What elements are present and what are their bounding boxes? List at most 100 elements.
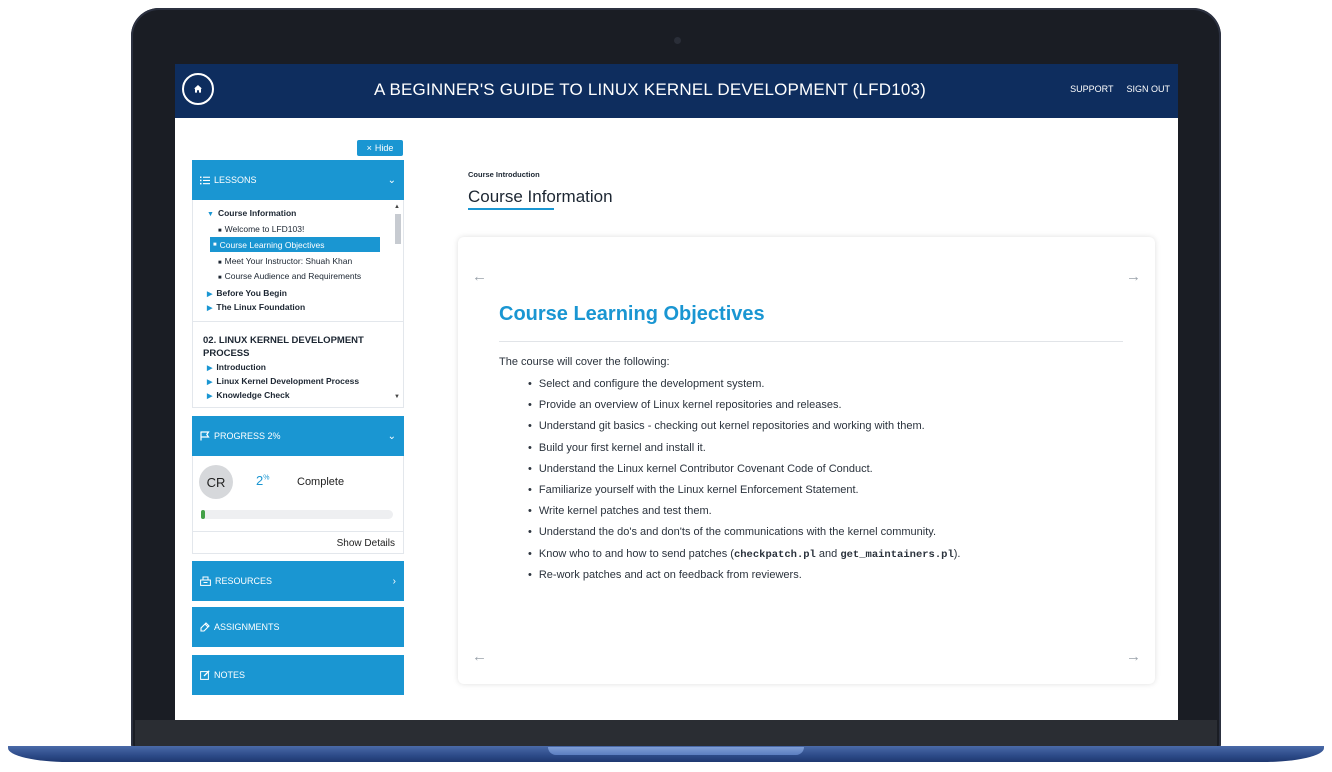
lesson-section-introduction[interactable]: ▶ Introduction <box>207 362 266 372</box>
avatar: CR <box>199 465 233 499</box>
scroll-down-icon[interactable]: ▼ <box>394 394 400 400</box>
sign-out-link[interactable]: SIGN OUT <box>1126 84 1170 94</box>
progress-panel-header[interactable]: PROGRESS 2% ⌄ <box>192 416 404 456</box>
assignments-icon <box>200 622 210 632</box>
code-get-maintainers: get_maintainers.pl <box>840 548 954 561</box>
scroll-thumb[interactable] <box>395 214 401 244</box>
lesson-section-label: Course Information <box>217 208 297 218</box>
progress-header-label: PROGRESS 2% <box>214 431 281 441</box>
progress-percent: 2% <box>256 473 269 488</box>
objective-item: Provide an overview of Linux kernel repo… <box>528 395 960 416</box>
hide-sidebar-button[interactable]: × Hide <box>357 140 403 156</box>
lesson-section-before-you-begin[interactable]: ▶ Before You Begin <box>207 288 287 298</box>
objectives-intro: The course will cover the following: <box>499 356 670 368</box>
triangle-right-icon: ▶ <box>207 291 213 298</box>
lesson-section-knowledge-check[interactable]: ▶ Knowledge Check <box>207 390 290 400</box>
lessons-panel: ▼ Course Information ■ Welcome to LFD103! … <box>192 200 404 408</box>
notes-label: NOTES <box>214 670 246 680</box>
lesson-item-label: Course Audience and Requirements <box>224 271 362 281</box>
list-icon <box>200 176 210 184</box>
triangle-down-icon: ▼ <box>207 211 214 218</box>
bullet-icon: ■ <box>218 228 222 234</box>
title-underline <box>468 208 554 210</box>
assignments-panel-header[interactable]: ASSIGNMENTS <box>192 607 404 647</box>
lesson-section-label: Linux Kernel Development Process <box>216 376 360 386</box>
lessons-scrollbar[interactable]: ▲ ▼ <box>394 204 401 400</box>
triangle-right-icon: ▶ <box>207 365 213 372</box>
complete-label: Complete <box>297 476 345 488</box>
objective-item: Understand the Linux kernel Contributor … <box>528 459 960 480</box>
objective-item: Write kernel patches and test them. <box>528 501 960 522</box>
page-title: Course Information <box>468 187 613 206</box>
bullet-icon: ■ <box>218 260 222 266</box>
lesson-item-label: Course Learning Objectives <box>219 239 325 250</box>
divider <box>193 321 403 322</box>
progress-bar-fill <box>201 510 205 519</box>
bullet-icon: ■ <box>213 241 217 248</box>
webcam <box>674 37 681 44</box>
show-details-link[interactable]: Show Details <box>337 538 395 549</box>
assignments-label: ASSIGNMENTS <box>214 622 280 632</box>
top-bar: A BEGINNER'S GUIDE TO LINUX KERNEL DEVEL… <box>175 64 1178 118</box>
arrow-right-icon[interactable]: → <box>1126 648 1141 665</box>
chevron-down-icon: ⌄ <box>387 430 396 442</box>
lesson-item[interactable]: ■ Welcome to LFD103! <box>218 224 304 234</box>
objective-item: Know who to and how to send patches (che… <box>528 544 961 565</box>
arrow-left-icon[interactable]: ← <box>472 268 487 285</box>
lesson-section-label: Introduction <box>216 362 266 372</box>
course-title: A BEGINNER'S GUIDE TO LINUX KERNEL DEVEL… <box>373 80 927 99</box>
chevron-down-icon: ⌄ <box>387 174 396 186</box>
laptop-base-notch <box>548 747 804 755</box>
bullet-icon: ■ <box>218 275 222 281</box>
objective-item: Build your first kernel and install it. <box>528 438 960 459</box>
support-link[interactable]: SUPPORT <box>1070 84 1113 94</box>
resources-panel-header[interactable]: RESOURCES › <box>192 561 404 601</box>
module-title: 02. LINUX KERNEL DEVELOPMENT PROCESS <box>203 335 364 359</box>
notes-panel-header[interactable]: NOTES <box>192 655 404 695</box>
lesson-section-label: Before You Begin <box>216 288 287 298</box>
objectives-title: Course Learning Objectives <box>499 303 765 325</box>
lesson-item-label: Meet Your Instructor: Shuah Khan <box>224 256 353 266</box>
lesson-section-linux-foundation[interactable]: ▶ The Linux Foundation <box>207 302 305 312</box>
content-card: ← → Course Learning Objectives The cours… <box>458 237 1155 684</box>
laptop-chin <box>135 720 1217 748</box>
lesson-item-active[interactable]: ■ Course Learning Objectives <box>210 237 380 252</box>
lesson-section-development-process[interactable]: ▶ Linux Kernel Development Process <box>207 376 359 386</box>
objective-item: Re-work patches and act on feedback from… <box>528 565 960 586</box>
arrow-right-icon[interactable]: → <box>1126 268 1141 285</box>
flag-icon <box>200 431 210 441</box>
objective-text: and <box>815 547 841 560</box>
triangle-right-icon: ▶ <box>207 379 213 386</box>
objective-text: ). <box>953 547 961 560</box>
divider <box>499 341 1123 342</box>
objective-item: Familiarize yourself with the Linux kern… <box>528 480 960 501</box>
lesson-item[interactable]: ■ Meet Your Instructor: Shuah Khan <box>218 256 352 266</box>
notes-icon <box>200 670 210 680</box>
lesson-section-label: The Linux Foundation <box>216 302 306 312</box>
arrow-left-icon[interactable]: ← <box>472 648 487 665</box>
breadcrumb: Course Introduction <box>468 170 540 179</box>
lesson-item[interactable]: ■ Course Audience and Requirements <box>218 271 361 281</box>
objective-item: Select and configure the development sys… <box>528 374 960 395</box>
divider <box>193 531 403 532</box>
lessons-panel-header[interactable]: LESSONS ⌄ <box>192 160 404 200</box>
lesson-item-label: Welcome to LFD103! <box>224 224 305 234</box>
lesson-section-label: Knowledge Check <box>216 390 290 400</box>
chevron-right-icon: › <box>392 575 396 587</box>
laptop-screen: A BEGINNER'S GUIDE TO LINUX KERNEL DEVEL… <box>175 64 1178 720</box>
triangle-right-icon: ▶ <box>207 305 213 312</box>
scroll-up-icon[interactable]: ▲ <box>394 204 400 210</box>
progress-bar <box>201 510 393 519</box>
objective-item: Understand the do's and don'ts of the co… <box>528 522 960 543</box>
code-checkpatch: checkpatch.pl <box>733 548 816 561</box>
progress-percent-sign: % <box>263 474 270 482</box>
objective-item: Understand git basics - checking out ker… <box>528 416 960 437</box>
objective-text: Know who to and how to send patches ( <box>538 547 734 560</box>
lessons-header-label: LESSONS <box>214 175 257 185</box>
resources-label: RESOURCES <box>215 576 273 586</box>
close-icon: × <box>366 143 372 153</box>
lesson-section-course-information[interactable]: ▼ Course Information <box>207 208 296 218</box>
progress-panel: CR 2% Complete Show Details <box>192 456 404 554</box>
resources-icon <box>200 576 211 586</box>
triangle-right-icon: ▶ <box>207 393 213 400</box>
